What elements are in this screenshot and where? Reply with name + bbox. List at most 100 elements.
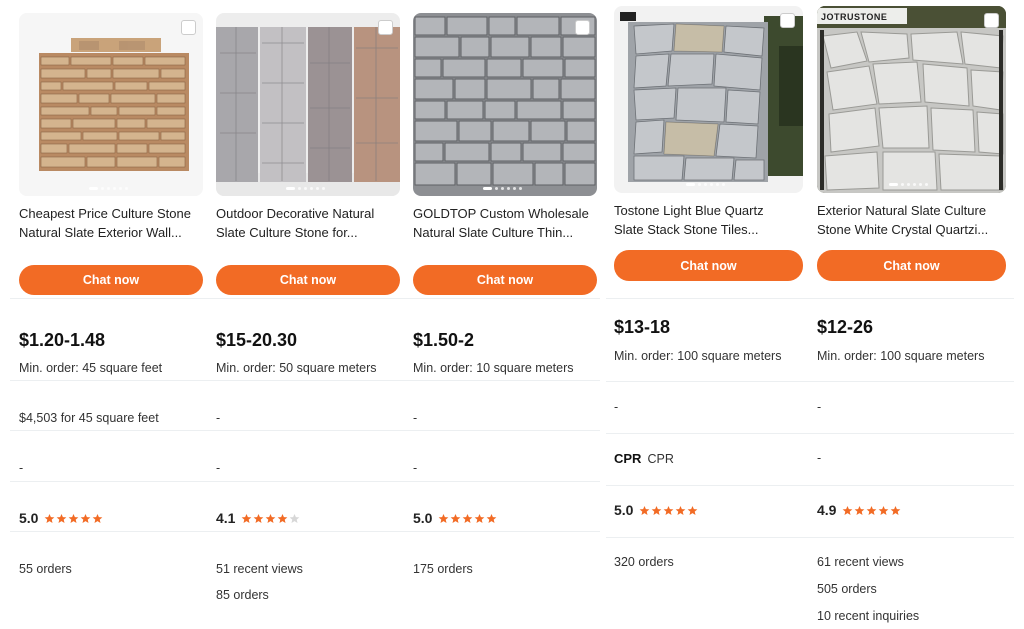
rating: 5.0 xyxy=(614,502,698,518)
star-filled-icon xyxy=(254,513,264,523)
star-filled-icon xyxy=(688,505,698,515)
min-order: Min. order: 50 square meters xyxy=(216,361,377,375)
star-filled-icon xyxy=(664,505,674,515)
chat-now-button[interactable]: Chat now xyxy=(614,250,803,281)
product-image[interactable] xyxy=(216,13,400,196)
min-order: Min. order: 100 square meters xyxy=(817,349,985,363)
product-title[interactable]: Cheapest Price Culture Stone Natural Sla… xyxy=(19,204,209,242)
star-filled-icon xyxy=(475,513,485,523)
rating: 4.9 xyxy=(817,502,901,518)
star-filled-icon xyxy=(57,513,67,523)
price: $1.20-1.48 xyxy=(19,330,106,350)
recent-inquiries: 10 recent inquiries xyxy=(817,609,920,623)
supplier: - xyxy=(216,461,221,475)
min-order: Min. order: 10 square meters xyxy=(413,361,574,375)
rating-score: 4.9 xyxy=(817,502,837,518)
star-filled-icon xyxy=(652,505,662,515)
recent-views: 51 recent views xyxy=(216,562,303,576)
product-image[interactable] xyxy=(614,6,803,193)
chat-now-button[interactable]: Chat now xyxy=(19,265,203,295)
rating: 4.1 xyxy=(216,510,300,526)
rating: 5.0 xyxy=(413,510,497,526)
star-filled-icon xyxy=(843,505,853,515)
carousel-dots[interactable] xyxy=(483,187,522,190)
product-image[interactable] xyxy=(19,13,203,196)
compare-checkbox[interactable] xyxy=(378,20,393,35)
star-filled-icon xyxy=(867,505,877,515)
product-image[interactable] xyxy=(413,13,597,196)
supplier-label: CPR xyxy=(647,452,674,466)
carousel-dots[interactable] xyxy=(889,183,928,186)
chat-now-button[interactable]: Chat now xyxy=(216,265,400,295)
orders-count: 320 orders xyxy=(614,555,674,569)
product-title[interactable]: Exterior Natural Slate Culture Stone Whi… xyxy=(817,201,1012,239)
total-price: - xyxy=(216,411,221,425)
star-filled-icon xyxy=(640,505,650,515)
compare-checkbox[interactable] xyxy=(575,20,590,35)
chat-now-button[interactable]: Chat now xyxy=(817,250,1006,281)
product-card[interactable]: JOTRUSTONE Exterior Natural Slate Cultur… xyxy=(817,6,1006,626)
product-card[interactable]: Tostone Light Blue Quartz Slate Stack St… xyxy=(614,6,803,626)
star-filled-icon xyxy=(487,513,497,523)
star-rating xyxy=(241,513,300,524)
carousel-dots[interactable] xyxy=(286,187,325,190)
min-order: Min. order: 45 square feet xyxy=(19,361,163,375)
price: $13-18 xyxy=(614,317,671,337)
product-image[interactable]: JOTRUSTONE xyxy=(817,6,1006,193)
total-price: - xyxy=(614,400,619,414)
star-rating xyxy=(44,513,103,524)
price: $1.50-2 xyxy=(413,330,475,350)
star-filled-icon xyxy=(45,513,55,523)
product-title[interactable]: Outdoor Decorative Natural Slate Culture… xyxy=(216,204,406,242)
title-line: Stone White Crystal Quartzi... xyxy=(817,222,989,237)
title-line: Natural Slate Exterior Wall... xyxy=(19,225,182,240)
product-card[interactable]: GOLDTOP Custom Wholesale Natural Slate C… xyxy=(413,13,597,623)
title-line: Tostone Light Blue Quartz xyxy=(614,203,764,218)
image-brand-logo: JOTRUSTONE xyxy=(821,12,888,22)
product-card[interactable]: Cheapest Price Culture Stone Natural Sla… xyxy=(19,13,203,623)
star-filled-icon xyxy=(242,513,252,523)
chat-now-button[interactable]: Chat now xyxy=(413,265,597,295)
total-price: - xyxy=(413,411,418,425)
star-filled-icon xyxy=(81,513,91,523)
rating-score: 5.0 xyxy=(19,510,39,526)
orders-count: 85 orders xyxy=(216,588,269,602)
orders-count: 505 orders xyxy=(817,582,877,596)
star-filled-icon xyxy=(855,505,865,515)
star-filled-icon xyxy=(278,513,288,523)
orders-count: 175 orders xyxy=(413,562,473,576)
price: $12-26 xyxy=(817,317,874,337)
rating-score: 5.0 xyxy=(413,510,433,526)
star-filled-icon xyxy=(891,505,901,515)
supplier-badge: CPR xyxy=(614,451,642,466)
star-filled-icon xyxy=(69,513,79,523)
product-title[interactable]: GOLDTOP Custom Wholesale Natural Slate C… xyxy=(413,204,603,242)
product-card[interactable]: Outdoor Decorative Natural Slate Culture… xyxy=(216,13,400,623)
title-line: Natural Slate Culture Thin... xyxy=(413,225,574,240)
star-filled-icon xyxy=(93,513,103,523)
rating-score: 4.1 xyxy=(216,510,236,526)
carousel-dots[interactable] xyxy=(89,187,128,190)
star-empty-icon xyxy=(290,513,300,523)
compare-checkbox[interactable] xyxy=(780,13,795,28)
star-filled-icon xyxy=(879,505,889,515)
recent-views: 61 recent views xyxy=(817,555,904,569)
star-filled-icon xyxy=(266,513,276,523)
star-filled-icon xyxy=(463,513,473,523)
title-line: Outdoor Decorative Natural xyxy=(216,206,375,221)
orders-count: 55 orders xyxy=(19,562,72,576)
compare-checkbox[interactable] xyxy=(984,13,999,28)
star-filled-icon xyxy=(439,513,449,523)
star-rating xyxy=(438,513,497,524)
supplier: - xyxy=(817,451,822,465)
total-price: - xyxy=(817,400,822,414)
total-price: $4,503 for 45 square feet xyxy=(19,411,159,425)
min-order: Min. order: 100 square meters xyxy=(614,349,782,363)
star-rating xyxy=(639,505,698,516)
title-line: Cheapest Price Culture Stone xyxy=(19,206,191,221)
carousel-dots[interactable] xyxy=(686,183,725,186)
compare-checkbox[interactable] xyxy=(181,20,196,35)
rating-score: 5.0 xyxy=(614,502,634,518)
product-title[interactable]: Tostone Light Blue Quartz Slate Stack St… xyxy=(614,201,809,239)
star-filled-icon xyxy=(676,505,686,515)
